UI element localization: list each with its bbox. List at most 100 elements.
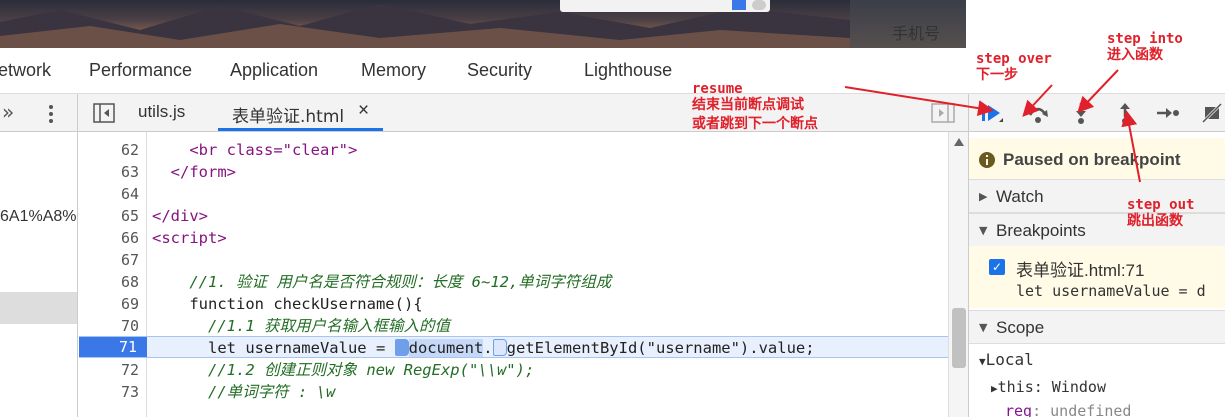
step-out-button[interactable] xyxy=(1112,100,1138,126)
breakpoint-location[interactable]: 表单验证.html:71 xyxy=(1016,256,1144,281)
step-into-icon xyxy=(1076,103,1086,124)
line-number[interactable]: 72 xyxy=(79,359,139,381)
breakpoints-section-header[interactable]: ▼ Breakpoints xyxy=(969,213,1225,247)
line-number[interactable]: 68 xyxy=(79,271,139,293)
inline-breakpoint-marker[interactable] xyxy=(394,339,409,356)
line-number[interactable]: 66 xyxy=(79,227,139,249)
breakpoint-checkbox[interactable]: ✓ xyxy=(989,259,1005,275)
phone-label: 手机号 xyxy=(892,24,941,43)
code-editor[interactable]: 71 62 <br class="clear"> 63 </form> 64 65 </… xyxy=(79,132,948,417)
code-text: let usernameValue = xyxy=(152,339,395,357)
line-number[interactable]: 70 xyxy=(79,315,139,337)
code-text: //1.2 创建正则对象 new RegExp("\\w"); xyxy=(152,361,535,379)
close-tab-icon[interactable]: × xyxy=(358,100,369,122)
step-into-annotation-zh: 进入函数 xyxy=(1107,47,1163,63)
deactivate-breakpoints-button[interactable] xyxy=(1199,100,1225,126)
file-tab-utils[interactable]: utils.js xyxy=(138,102,185,122)
code-line: <script> xyxy=(152,227,227,249)
paused-overlay-banner xyxy=(560,0,770,12)
file-tab-form-validation[interactable]: 表单验证.html xyxy=(232,102,344,127)
tab-network[interactable]: etwork xyxy=(0,60,51,81)
watch-label: Watch xyxy=(996,187,1044,206)
line-number[interactable]: 64 xyxy=(79,183,139,205)
breakpoint-code-snippet: let usernameValue = d xyxy=(1016,282,1206,300)
tab-security[interactable]: Security xyxy=(467,60,532,81)
info-icon xyxy=(979,152,995,168)
code-line: //1.2 创建正则对象 new RegExp("\\w"); xyxy=(152,359,534,381)
step-button[interactable] xyxy=(1154,100,1180,126)
step-icon xyxy=(1157,108,1179,118)
kebab-menu-icon[interactable] xyxy=(46,104,56,124)
expanded-arrow-icon: ▼ xyxy=(979,224,988,237)
code-token: getElementById("username").value; xyxy=(506,339,815,357)
line-number[interactable]: 73 xyxy=(79,381,139,403)
step-out-annotation-zh: 跳出函数 xyxy=(1127,213,1183,229)
scope-local-label: Local xyxy=(985,350,1034,369)
collapsed-arrow-icon: ▶ xyxy=(979,190,988,203)
code-line: //1. 验证 用户名是否符合规则：长度 6~12,单词字符组成 xyxy=(152,271,611,293)
breakpoints-label: Breakpoints xyxy=(996,221,1086,240)
code-text: //1.1 获取用户名输入框输入的值 xyxy=(152,317,450,335)
code-text: function checkUsername(){ xyxy=(152,295,423,313)
tab-performance[interactable]: Performance xyxy=(89,60,192,81)
step-out-annotation-en: step out xyxy=(1127,197,1195,213)
code-text: <script> xyxy=(152,229,227,247)
paused-banner: Paused on breakpoint xyxy=(969,138,1225,182)
scope-label: Scope xyxy=(996,318,1045,337)
scope-this-row[interactable]: ▶this: Window xyxy=(991,378,1106,396)
step-into-button[interactable] xyxy=(1068,100,1094,126)
code-text: </div> xyxy=(152,207,208,225)
scope-local[interactable]: ▼Local xyxy=(979,350,1034,369)
collapsed-arrow-icon: ▶ xyxy=(991,382,998,395)
expanded-arrow-icon: ▼ xyxy=(979,355,986,368)
scope-this-value: : Window xyxy=(1033,378,1106,396)
phone-input-area[interactable] xyxy=(966,0,1225,48)
breakpoint-item[interactable]: ✓ 表单验证.html:71 let usernameValue = d xyxy=(969,246,1225,308)
line-number[interactable]: 69 xyxy=(79,293,139,315)
overlay-resume-button[interactable] xyxy=(732,0,746,10)
line-number[interactable]: 67 xyxy=(79,249,139,271)
inline-breakpoint-marker[interactable] xyxy=(492,339,507,356)
step-over-button[interactable] xyxy=(1025,100,1051,126)
code-line: //单词字符 : \w xyxy=(152,381,335,403)
scrollbar-thumb[interactable] xyxy=(952,308,966,368)
tab-application[interactable]: Application xyxy=(230,60,318,81)
line-number[interactable]: 63 xyxy=(79,161,139,183)
deactivate-breakpoints-icon xyxy=(1201,102,1223,124)
resume-annotation-zh1: 结束当前断点调试 xyxy=(692,97,804,113)
line-number[interactable]: 65 xyxy=(79,205,139,227)
active-tab-indicator xyxy=(218,128,383,131)
editor-scrollbar[interactable] xyxy=(948,132,968,417)
overlay-step-button[interactable] xyxy=(752,0,766,10)
code-line: </form> xyxy=(152,161,236,183)
sources-tab-row: » utils.js 表单验证.html × xyxy=(0,94,968,132)
toggle-debugger-icon[interactable] xyxy=(931,103,955,123)
code-text: </form> xyxy=(152,163,236,181)
resume-button[interactable] xyxy=(979,100,1005,126)
scope-reg-key: reg xyxy=(1005,402,1033,417)
debugger-toolbar xyxy=(968,94,1225,132)
code-line: function checkUsername(){ xyxy=(152,293,423,315)
navigator-url-fragment[interactable]: 6A1%A8% xyxy=(0,208,77,226)
scope-reg-row[interactable]: reg: undefined xyxy=(1005,402,1131,417)
paused-label: Paused on breakpoint xyxy=(1003,150,1181,169)
step-into-annotation-en: step into xyxy=(1107,31,1183,47)
navigator-selected-item[interactable] xyxy=(0,292,77,324)
code-text: //1. 验证 用户名是否符合规则：长度 6~12,单词字符组成 xyxy=(152,273,612,291)
file-navigator: 6A1%A8% xyxy=(0,132,78,417)
code-line: <br class="clear"> xyxy=(152,139,357,161)
resume-annotation-zh2: 或者跳到下一个断点 xyxy=(692,116,818,132)
scope-section-header[interactable]: ▼ Scope xyxy=(969,310,1225,344)
line-number[interactable]: 62 xyxy=(79,139,139,161)
code-text: //单词字符 : \w xyxy=(152,383,336,401)
toggle-navigator-icon[interactable] xyxy=(93,103,115,123)
code-line: let usernameValue = document. getElementB… xyxy=(152,337,815,359)
resume-annotation-en: resume xyxy=(692,81,743,97)
code-line: </div> xyxy=(152,205,208,227)
tab-memory[interactable]: Memory xyxy=(361,60,426,81)
tab-lighthouse[interactable]: Lighthouse xyxy=(584,60,672,81)
breakpoint-line-number[interactable]: 71 xyxy=(79,337,147,357)
scope-this-key: this xyxy=(997,378,1034,396)
step-over-icon xyxy=(1028,107,1048,123)
more-tabs-icon[interactable]: » xyxy=(2,100,14,124)
